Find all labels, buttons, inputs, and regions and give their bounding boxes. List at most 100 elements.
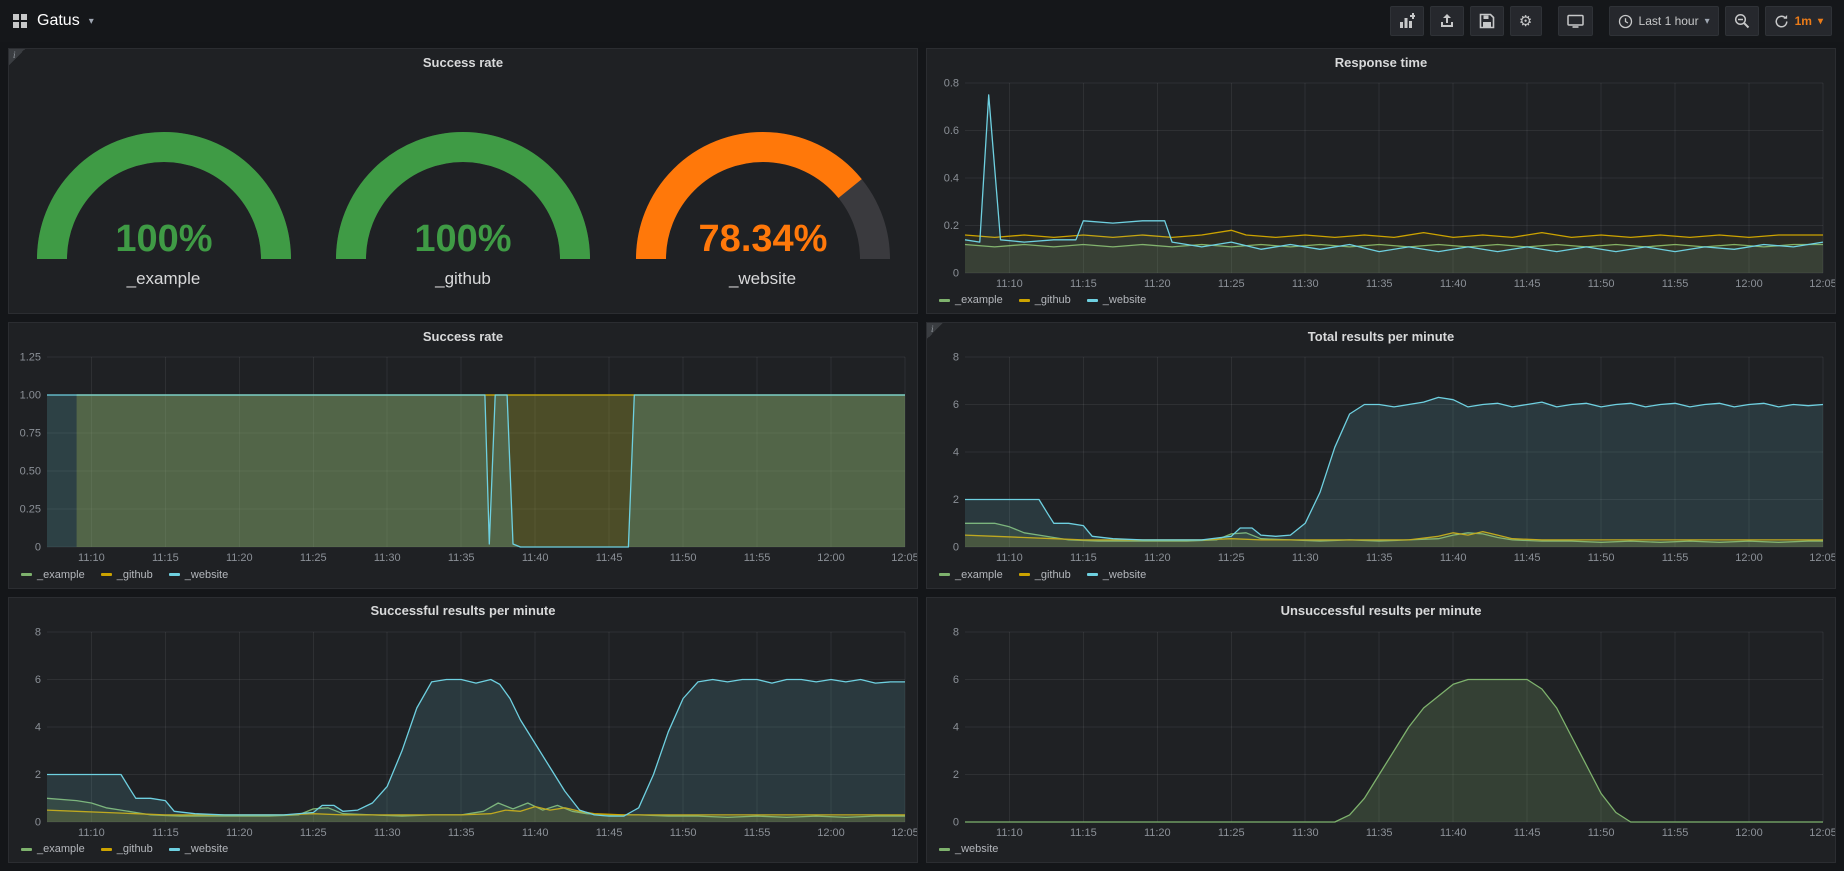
svg-text:8: 8 xyxy=(35,626,41,638)
svg-text:12:05: 12:05 xyxy=(891,827,917,839)
refresh-button[interactable]: 1m ▾ xyxy=(1765,6,1832,36)
svg-text:11:50: 11:50 xyxy=(670,827,697,839)
svg-text:11:50: 11:50 xyxy=(1588,552,1615,564)
svg-text:11:35: 11:35 xyxy=(1366,552,1393,564)
legend-series-label: _github xyxy=(117,843,153,855)
chart-response-time[interactable]: 00.20.40.60.811:1011:1511:2011:2511:3011… xyxy=(927,75,1835,291)
legend-item[interactable]: _example xyxy=(21,843,85,855)
legend: _website xyxy=(927,840,1835,862)
svg-text:11:45: 11:45 xyxy=(1514,552,1541,564)
settings-button[interactable]: ⚙ xyxy=(1510,6,1542,36)
gauge-value: 100% xyxy=(414,218,511,260)
panel-info-icon[interactable]: i xyxy=(9,49,25,65)
panel-title: Success rate xyxy=(423,55,503,70)
panel-success-rate-timeseries: Success rate 00.250.500.751.001.2511:101… xyxy=(8,322,918,588)
svg-text:0.8: 0.8 xyxy=(944,78,959,90)
gauge-arc: 100% xyxy=(19,99,309,267)
svg-text:0.25: 0.25 xyxy=(20,504,41,516)
legend-item[interactable]: _github xyxy=(101,569,153,581)
chart-unsuccessful-results[interactable]: 0246811:1011:1511:2011:2511:3011:3511:40… xyxy=(927,624,1835,840)
legend-swatch-icon xyxy=(101,573,112,576)
svg-text:12:00: 12:00 xyxy=(817,552,845,564)
panel-header[interactable]: Success rate xyxy=(9,323,917,349)
svg-text:0.50: 0.50 xyxy=(20,466,41,478)
legend-series-label: _github xyxy=(1035,569,1071,581)
add-panel-button[interactable] xyxy=(1390,6,1424,36)
svg-text:12:05: 12:05 xyxy=(1809,552,1835,564)
legend-series-label: _website xyxy=(1103,294,1146,306)
svg-text:11:25: 11:25 xyxy=(300,827,327,839)
legend-series-label: _example xyxy=(37,569,85,581)
panel-header[interactable]: Response time xyxy=(927,49,1835,75)
legend-item[interactable]: _github xyxy=(1019,569,1071,581)
chart-svg: 0246811:1011:1511:2011:2511:3011:3511:40… xyxy=(927,624,1835,840)
chart-svg: 00.20.40.60.811:1011:1511:2011:2511:3011… xyxy=(927,75,1835,291)
refresh-interval-label: 1m xyxy=(1795,14,1812,28)
panel-success-rate-gauges: i Success rate 100%_example100%_github78… xyxy=(8,48,918,314)
svg-text:11:20: 11:20 xyxy=(1144,552,1171,564)
panel-header[interactable]: Unsuccessful results per minute xyxy=(927,598,1835,624)
panel-header[interactable]: Successful results per minute xyxy=(9,598,917,624)
legend-item[interactable]: _example xyxy=(939,294,1003,306)
svg-text:11:20: 11:20 xyxy=(226,552,253,564)
chart-success-rate[interactable]: 00.250.500.751.001.2511:1011:1511:2011:2… xyxy=(9,349,917,565)
zoom-out-button[interactable] xyxy=(1725,6,1759,36)
svg-text:11:10: 11:10 xyxy=(996,278,1023,290)
svg-text:0.2: 0.2 xyxy=(944,220,959,232)
panel-header[interactable]: Total results per minute xyxy=(927,323,1835,349)
chart-successful-results[interactable]: 0246811:1011:1511:2011:2511:3011:3511:40… xyxy=(9,624,917,840)
legend-item[interactable]: _website xyxy=(169,569,228,581)
legend-item[interactable]: _website xyxy=(939,843,998,855)
svg-text:0: 0 xyxy=(953,542,959,554)
gauge-arc: 78.34% xyxy=(618,99,908,267)
panel-unsuccessful-results: Unsuccessful results per minute 0246811:… xyxy=(926,597,1836,863)
gear-icon: ⚙ xyxy=(1519,14,1532,29)
tv-mode-button[interactable] xyxy=(1558,6,1593,36)
add-panel-icon xyxy=(1399,13,1415,29)
svg-text:11:15: 11:15 xyxy=(1070,552,1097,564)
svg-text:8: 8 xyxy=(953,626,959,638)
legend-item[interactable]: _github xyxy=(101,843,153,855)
legend-swatch-icon xyxy=(939,848,950,851)
dashboards-grid-icon[interactable] xyxy=(12,13,28,29)
svg-text:11:40: 11:40 xyxy=(1440,278,1467,290)
legend-series-label: _website xyxy=(955,843,998,855)
time-range-button[interactable]: Last 1 hour ▾ xyxy=(1609,6,1719,36)
legend-item[interactable]: _website xyxy=(1087,569,1146,581)
svg-text:11:20: 11:20 xyxy=(1144,278,1171,290)
legend-item[interactable]: _example xyxy=(21,569,85,581)
svg-text:11:15: 11:15 xyxy=(1070,278,1097,290)
navbar-left: Gatus ▾ xyxy=(12,12,94,30)
legend-swatch-icon xyxy=(1087,299,1098,302)
legend-swatch-icon xyxy=(21,573,32,576)
svg-text:11:30: 11:30 xyxy=(1292,827,1319,839)
dashboard-title[interactable]: Gatus xyxy=(37,12,80,30)
svg-text:11:40: 11:40 xyxy=(522,827,549,839)
svg-text:11:30: 11:30 xyxy=(374,827,401,839)
legend-swatch-icon xyxy=(939,299,950,302)
save-button[interactable] xyxy=(1470,6,1504,36)
zoom-out-icon xyxy=(1734,13,1750,29)
navbar-right: ⚙ Last 1 hour ▾ xyxy=(1384,6,1832,36)
svg-text:11:45: 11:45 xyxy=(596,827,623,839)
dashboard-caret-icon[interactable]: ▾ xyxy=(89,16,94,27)
legend-swatch-icon xyxy=(21,848,32,851)
panel-header[interactable]: Success rate xyxy=(9,49,917,75)
chart-svg: 0246811:1011:1511:2011:2511:3011:3511:40… xyxy=(927,349,1835,565)
share-button[interactable] xyxy=(1430,6,1464,36)
legend-item[interactable]: _website xyxy=(1087,294,1146,306)
svg-text:4: 4 xyxy=(953,721,959,733)
svg-text:11:55: 11:55 xyxy=(1662,827,1689,839)
legend-item[interactable]: _example xyxy=(939,569,1003,581)
chart-total-results[interactable]: 0246811:1011:1511:2011:2511:3011:3511:40… xyxy=(927,349,1835,565)
legend-item[interactable]: _github xyxy=(1019,294,1071,306)
svg-text:11:40: 11:40 xyxy=(1440,552,1467,564)
panel-title: Response time xyxy=(1335,55,1427,70)
legend-swatch-icon xyxy=(939,573,950,576)
panel-info-icon[interactable]: i xyxy=(927,323,943,339)
svg-text:4: 4 xyxy=(35,721,41,733)
svg-text:11:25: 11:25 xyxy=(1218,552,1245,564)
svg-text:12:05: 12:05 xyxy=(891,552,917,564)
gauge-label: _example xyxy=(127,269,201,289)
legend-item[interactable]: _website xyxy=(169,843,228,855)
